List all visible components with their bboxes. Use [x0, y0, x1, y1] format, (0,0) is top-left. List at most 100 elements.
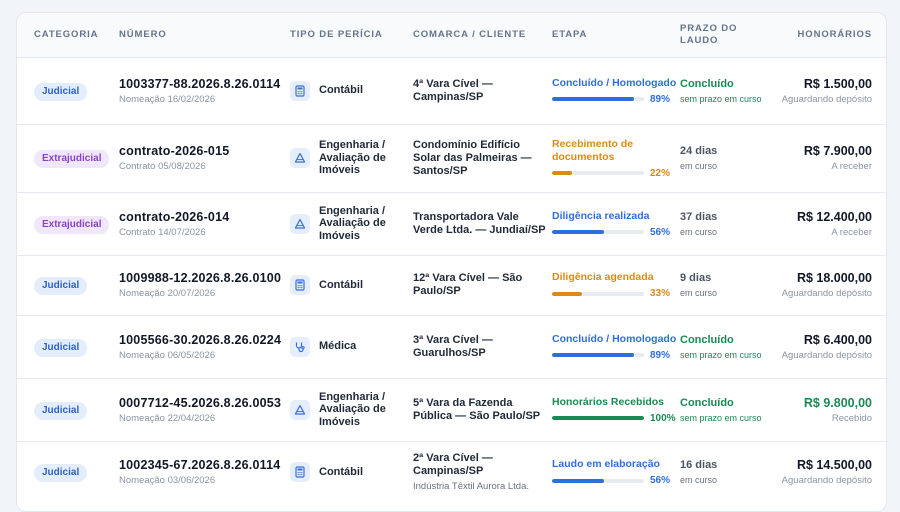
categoria-badge: Extrajudicial [34, 150, 110, 168]
process-date: Nomeação 22/04/2026 [119, 412, 216, 424]
etapa-label: Concluído / Homologado [552, 332, 677, 345]
cell-numero: 0007712-45.2026.8.26.0053 Nomeação 22/04… [119, 377, 290, 441]
cell-categoria: Judicial [17, 377, 119, 441]
cliente-label: Indústria Têxtil Aurora Ltda. [413, 481, 529, 493]
progress-percent: 89% [650, 93, 671, 105]
cell-categoria: Judicial [17, 254, 119, 315]
progress-bar-fill [552, 478, 604, 483]
cell-honorarios: R$ 14.500,00 Aguardando depósito [772, 440, 886, 503]
table-row[interactable]: Extrajudicial contrato-2026-015 Contrato… [17, 123, 886, 192]
cell-numero: 1003377-88.2026.8.26.0114 Nomeação 16/02… [119, 56, 290, 124]
honorarios-value: R$ 9.800,00 [803, 395, 872, 410]
process-date: Nomeação 16/02/2026 [119, 93, 216, 105]
table-row[interactable]: Judicial 1003377-88.2026.8.26.0114 Nomea… [17, 56, 886, 124]
cell-comarca: Transportadora Vale Verde Ltda. — Jundia… [413, 191, 552, 255]
progress-bar [552, 416, 644, 420]
process-number[interactable]: 1002345-67.2026.8.26.0114 [119, 458, 290, 472]
header-tipo-pericia[interactable]: TIPO DE PERÍCIA [290, 13, 413, 57]
table-row[interactable]: Judicial 1005566-30.2026.8.26.0224 Nomea… [17, 314, 886, 378]
progress-bar-fill [552, 171, 573, 175]
table-row[interactable]: Judicial 1002345-67.2026.8.26.0114 Nomea… [17, 440, 886, 503]
tipo-label: Contábil [319, 84, 363, 97]
honorarios-status: A receber [831, 226, 872, 238]
honorarios-status: Aguardando depósito [781, 349, 872, 361]
cell-etapa: Diligência agendada 33% [552, 254, 680, 315]
process-number[interactable]: 1005566-30.2026.8.26.0224 [119, 333, 290, 347]
prazo-value: 16 dias [680, 459, 718, 472]
honorarios-value: R$ 18.000,00 [796, 271, 872, 285]
pericias-table-card: CATEGORIA NÚMERO TIPO DE PERÍCIA COMARCA… [16, 12, 887, 512]
progress-bar [552, 97, 644, 101]
cell-tipo: Engenharia / Avaliação de Imóveis [290, 377, 413, 441]
comarca-label: 3ª Vara Cível — Guarulhos/SP [413, 333, 493, 359]
prazo-value: Concluído [680, 77, 734, 90]
prazo-status: sem prazo em curso [680, 93, 762, 104]
tipo-label: Engenharia / Avaliação de Imóveis [319, 139, 386, 177]
header-prazo-laudo[interactable]: PRAZO DO LAUDO [680, 13, 772, 57]
categoria-badge: Judicial [34, 277, 88, 295]
header-categoria[interactable]: CATEGORIA [17, 13, 119, 57]
tipo-label: Contábil [319, 466, 363, 478]
header-numero[interactable]: NÚMERO [119, 13, 290, 57]
process-number[interactable]: 0007712-45.2026.8.26.0053 [119, 396, 290, 410]
cell-honorarios: R$ 7.900,00 A receber [772, 123, 886, 192]
cell-prazo: Concluído sem prazo em curso [680, 314, 772, 378]
progress-bar-fill [552, 353, 634, 357]
cell-tipo: Engenharia / Avaliação de Imóveis [290, 191, 413, 255]
honorarios-status: Aguardando depósito [781, 475, 872, 487]
cell-honorarios: R$ 6.400,00 Aguardando depósito [772, 314, 886, 378]
process-date: Nomeação 20/07/2026 [119, 288, 216, 299]
progress-bar [552, 478, 644, 483]
progress-bar-fill [552, 416, 644, 420]
cell-prazo: Concluído sem prazo em curso [680, 377, 772, 441]
process-date: Contrato 14/07/2026 [119, 226, 206, 238]
prazo-value: Concluído [680, 396, 734, 409]
etapa-label: Diligência realizada [552, 209, 650, 222]
cell-etapa: Recebimento de documentos 22% [552, 123, 680, 192]
header-honorarios[interactable]: HONORÁRIOS [772, 13, 886, 57]
cell-prazo: 16 dias em curso [680, 440, 772, 503]
cell-etapa: Diligência realizada 56% [552, 191, 680, 255]
comarca-label: 4ª Vara Cível — Campinas/SP [413, 77, 493, 103]
process-number[interactable]: 1003377-88.2026.8.26.0114 [119, 77, 290, 91]
engineering-icon [290, 148, 310, 168]
progress-bar-fill [552, 230, 604, 234]
cell-categoria: Judicial [17, 314, 119, 378]
cell-honorarios: R$ 18.000,00 Aguardando depósito [772, 254, 886, 315]
prazo-value: 9 dias [680, 272, 712, 284]
cell-numero: 1009988-12.2026.8.26.0100 Nomeação 20/07… [119, 254, 290, 315]
cell-comarca: 3ª Vara Cível — Guarulhos/SP [413, 314, 552, 378]
process-number[interactable]: contrato-2026-014 [119, 210, 290, 224]
progress-percent: 22% [650, 167, 671, 179]
cell-categoria: Extrajudicial [17, 191, 119, 255]
cell-prazo: Concluído sem prazo em curso [680, 56, 772, 124]
process-number[interactable]: contrato-2026-015 [119, 144, 290, 158]
prazo-status: em curso [680, 226, 718, 237]
categoria-badge: Judicial [34, 401, 88, 420]
table-row[interactable]: Judicial 0007712-45.2026.8.26.0053 Nomea… [17, 377, 886, 441]
header-comarca-cliente[interactable]: COMARCA / CLIENTE [413, 13, 552, 57]
table-row[interactable]: Judicial 1009988-12.2026.8.26.0100 Nomea… [17, 254, 886, 315]
cell-comarca: 5ª Vara da Fazenda Pública — São Paulo/S… [413, 377, 552, 441]
categoria-badge: Extrajudicial [34, 215, 110, 234]
pericias-table: CATEGORIA NÚMERO TIPO DE PERÍCIA COMARCA… [17, 13, 886, 503]
cell-honorarios: R$ 12.400,00 A receber [772, 191, 886, 255]
tipo-label: Médica [319, 340, 357, 353]
progress-bar [552, 353, 644, 357]
cell-tipo: Contábil [290, 56, 413, 124]
cell-numero: contrato-2026-014 Contrato 14/07/2026 [119, 191, 290, 255]
process-number[interactable]: 1009988-12.2026.8.26.0100 [119, 271, 290, 285]
cell-prazo: 37 dias em curso [680, 191, 772, 255]
comarca-label: Transportadora Vale Verde Ltda. — Jundia… [413, 210, 546, 236]
prazo-value: Concluído [680, 333, 734, 346]
progress-bar-fill [552, 291, 583, 296]
table-row[interactable]: Extrajudicial contrato-2026-014 Contrato… [17, 191, 886, 255]
categoria-badge: Judicial [34, 338, 88, 357]
cell-tipo: Contábil [290, 440, 413, 503]
header-etapa[interactable]: ETAPA [552, 13, 680, 57]
progress-bar-fill [552, 97, 634, 101]
etapa-label: Recebimento de documentos [552, 137, 634, 163]
comarca-label: 12ª Vara Cível — São Paulo/SP [413, 272, 523, 297]
comarca-label: 2ª Vara Cível — Campinas/SP [413, 452, 493, 478]
cell-etapa: Concluído / Homologado 89% [552, 314, 680, 378]
